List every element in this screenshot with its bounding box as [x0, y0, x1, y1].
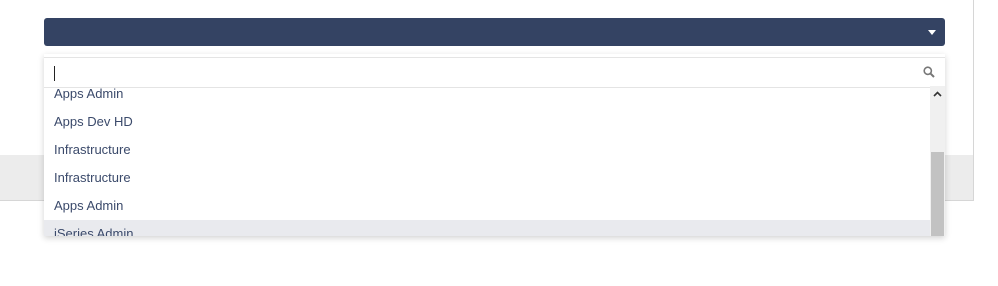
list-item-highlighted[interactable]: iSeries Admin [44, 220, 930, 236]
options-list: Apps Admin Apps Dev HD Infrastructure In… [44, 80, 930, 236]
list-item[interactable]: Apps Admin [44, 192, 930, 220]
search-icon [923, 66, 935, 78]
text-cursor [54, 66, 55, 81]
scrollbar[interactable] [930, 86, 945, 236]
dropdown-menu: Apps Admin Apps Dev HD Infrastructure In… [44, 54, 945, 236]
chevron-up-icon[interactable] [930, 86, 945, 102]
list-item[interactable]: Infrastructure [44, 164, 930, 192]
chevron-down-icon[interactable] [928, 30, 936, 35]
page: Apps Admin Apps Dev HD Infrastructure In… [0, 0, 998, 286]
list-item[interactable]: Apps Admin [44, 80, 930, 108]
list-item[interactable]: Infrastructure [44, 136, 930, 164]
scrollbar-thumb[interactable] [931, 152, 944, 236]
select-dropdown-toggle[interactable] [44, 18, 945, 46]
list-item[interactable]: Apps Dev HD [44, 108, 930, 136]
